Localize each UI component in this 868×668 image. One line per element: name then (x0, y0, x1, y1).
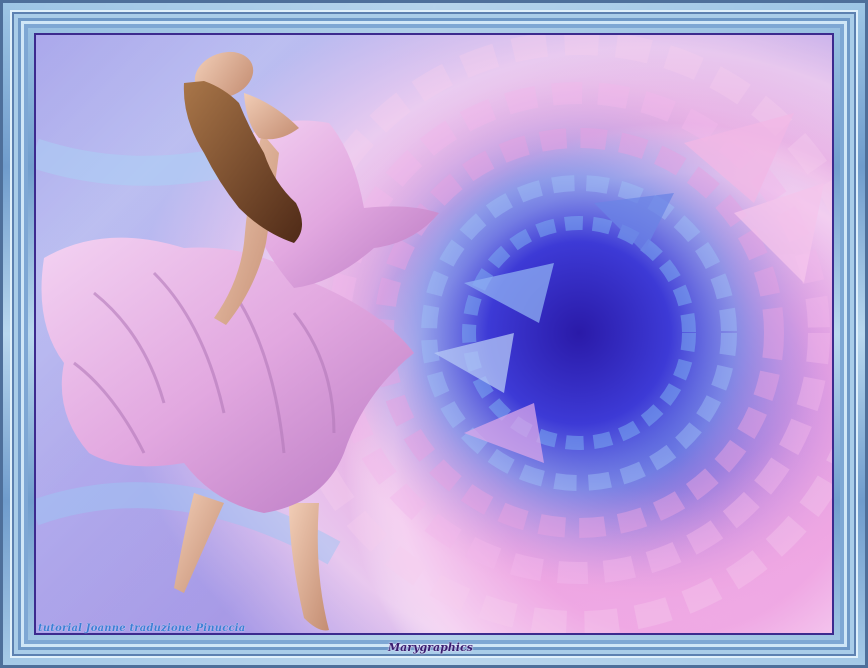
artwork-illustration (34, 33, 834, 635)
artist-signature: Marygraphics (388, 641, 473, 654)
artwork-canvas (34, 33, 834, 635)
tutorial-credit-text: tutorial Joanne traduzione Pinuccia (38, 623, 246, 634)
